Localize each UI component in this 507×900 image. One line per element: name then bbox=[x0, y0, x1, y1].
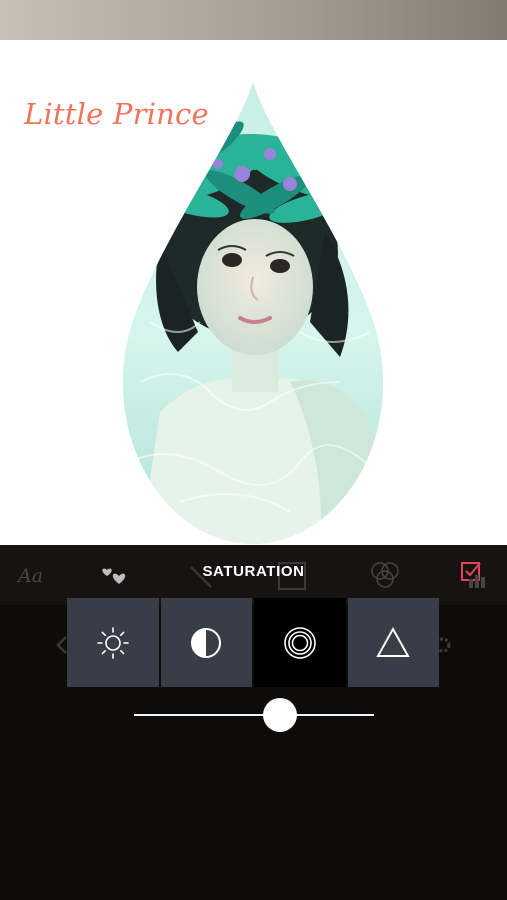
blend-circles-icon[interactable] bbox=[365, 555, 405, 595]
status-bar bbox=[0, 0, 507, 40]
svg-text:Aa: Aa bbox=[16, 565, 43, 587]
edit-panel: Aa SATURATION bbox=[0, 545, 507, 900]
settings-gear-icon[interactable] bbox=[437, 633, 453, 657]
concentric-circles-icon bbox=[283, 626, 316, 659]
drop-photo[interactable] bbox=[120, 82, 386, 545]
text-format-icon[interactable]: Aa bbox=[14, 555, 50, 595]
hearts-sticker-icon[interactable] bbox=[98, 555, 134, 595]
triangle-icon bbox=[376, 626, 410, 657]
sun-icon bbox=[96, 626, 129, 659]
tool-row: Aa SATURATION bbox=[0, 545, 507, 605]
slider-thumb[interactable] bbox=[263, 698, 298, 732]
slider-track[interactable] bbox=[134, 714, 374, 716]
photo-canvas: Little Prince bbox=[0, 40, 507, 545]
active-tool-label: SATURATION bbox=[202, 563, 305, 580]
saturation-button[interactable] bbox=[254, 598, 346, 687]
saturation-slider[interactable] bbox=[134, 698, 374, 732]
contrast-button[interactable] bbox=[160, 598, 252, 687]
half-circle-icon bbox=[191, 627, 222, 658]
brightness-button[interactable] bbox=[67, 598, 159, 687]
checkbox-grid-icon[interactable] bbox=[456, 555, 492, 595]
adjustment-popup bbox=[67, 598, 439, 687]
sharpen-button[interactable] bbox=[347, 598, 439, 687]
